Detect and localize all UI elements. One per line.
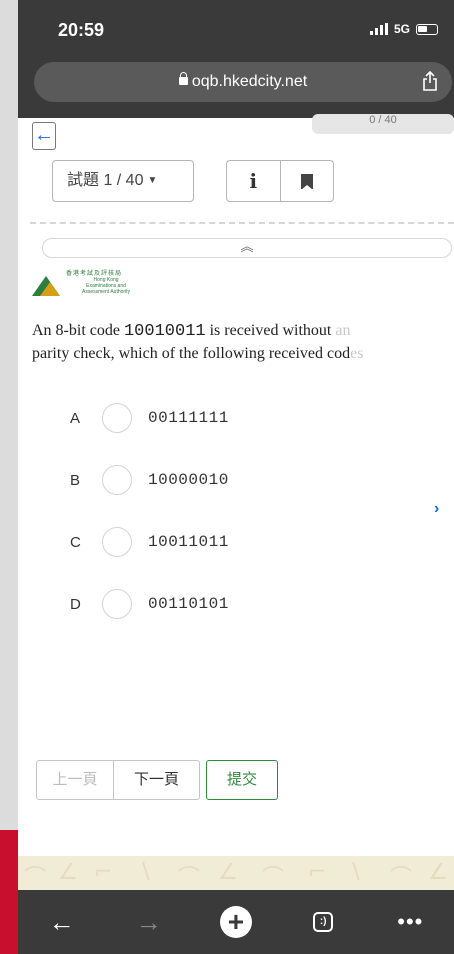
status-indicators: 5G — [369, 22, 438, 36]
lock-icon — [178, 72, 188, 85]
info-icon: i — [249, 169, 258, 193]
option-letter: A — [70, 409, 81, 427]
url-bar[interactable]: oqb.hkedcity.net — [34, 62, 452, 102]
divider — [30, 222, 454, 224]
logo-english-line: Assessment Authority — [82, 289, 131, 295]
new-tab-button[interactable]: + — [206, 900, 266, 944]
option-radio[interactable] — [102, 589, 132, 619]
option-letter: B — [70, 471, 81, 489]
bookmark-button[interactable] — [279, 161, 334, 201]
caret-down-icon: ▼ — [147, 175, 158, 186]
device-bezel — [0, 0, 18, 954]
status-bar: 20:59 5G — [18, 0, 454, 58]
hkeaa-logo: 香港考試及評核局 Hong Kong Examinations and Asse… — [32, 268, 162, 300]
option-c[interactable]: C 10011011 — [70, 524, 229, 560]
hkeaa-logo-mark-accent — [40, 282, 60, 296]
option-letter: D — [70, 595, 81, 613]
option-value: 10011011 — [148, 533, 229, 551]
decorative-pattern-band: ⌒ ∠ ⌐ ∖ ⌒ ∠ ⌒ ⌐ ∖ ⌒ ∠ — [18, 856, 454, 890]
question-line-2: parity check, which of the following rec… — [32, 343, 454, 365]
prev-page-button[interactable]: 上一頁 — [36, 760, 114, 800]
network-type: 5G — [393, 22, 410, 36]
battery-icon — [416, 23, 438, 35]
question-selector[interactable]: 試題 1 / 40 ▼ — [52, 160, 194, 202]
more-icon: ••• — [397, 909, 424, 934]
status-time: 20:59 — [58, 20, 105, 40]
question-line-1: An 8-bit code 10010011 is received witho… — [32, 320, 454, 343]
option-d[interactable]: D 00110101 — [70, 586, 229, 622]
url-display[interactable]: oqb.hkedcity.net — [34, 72, 452, 91]
collapse-toggle[interactable]: ︽ — [42, 238, 452, 258]
logo-chinese-text: 香港考試及評核局 — [66, 271, 123, 277]
info-button[interactable]: i — [227, 161, 280, 201]
option-a[interactable]: A 00111111 — [70, 400, 229, 436]
text-overflow-fade — [426, 318, 454, 366]
question-text-part: An 8-bit code — [32, 322, 124, 339]
question-text: An 8-bit code 10010011 is received witho… — [32, 320, 454, 365]
option-value: 00111111 — [148, 409, 229, 427]
tabs-button[interactable]: :) — [293, 900, 353, 944]
progress-indicator: 0 / 40 — [312, 114, 454, 134]
back-icon[interactable]: ← — [32, 900, 92, 944]
more-menu-button[interactable]: ••• — [380, 900, 440, 944]
question-tools: i — [226, 160, 334, 202]
browser-toolbar: ← → + :) ••• — [18, 890, 454, 954]
question-text-part: parity check, which of the following rec… — [32, 345, 351, 362]
tabs-icon: :) — [313, 912, 334, 932]
share-icon[interactable] — [422, 71, 438, 91]
question-text-part: is received without — [205, 322, 336, 339]
bookmark-icon — [300, 173, 313, 190]
submit-button[interactable]: 提交 — [206, 760, 278, 800]
plus-icon: + — [219, 906, 252, 938]
option-b[interactable]: B 10000010 — [70, 462, 229, 498]
back-arrow-button[interactable]: ← — [32, 122, 56, 150]
signal-icon — [369, 23, 388, 35]
option-value: 10000010 — [148, 471, 229, 489]
url-text: oqb.hkedcity.net — [191, 73, 308, 90]
forward-icon[interactable]: → — [119, 900, 179, 944]
question-code: 10010011 — [123, 322, 206, 341]
next-page-button[interactable]: 下一頁 — [114, 760, 200, 800]
option-radio[interactable] — [102, 527, 132, 557]
option-radio[interactable] — [102, 403, 132, 433]
option-letter: C — [70, 533, 81, 551]
option-value: 00110101 — [148, 595, 229, 613]
pagination-buttons: 上一頁 下一頁 提交 — [36, 760, 278, 800]
question-selector-label: 試題 1 / 40 — [67, 172, 144, 189]
chevron-double-up-icon: ︽ — [240, 239, 254, 254]
device-bezel-accent — [0, 830, 18, 954]
option-radio[interactable] — [102, 465, 132, 495]
chevron-right-icon[interactable]: › — [434, 500, 439, 518]
logo-english-text: Hong Kong Examinations and Assessment Au… — [82, 277, 130, 295]
phone-screen: 20:59 5G oqb.hkedcity.net 0 / 40 ← 試題 1 … — [18, 0, 454, 954]
browser-url-region: oqb.hkedcity.net — [18, 58, 454, 118]
question-text-faded: an — [335, 322, 351, 339]
question-text-faded: es — [350, 345, 364, 362]
